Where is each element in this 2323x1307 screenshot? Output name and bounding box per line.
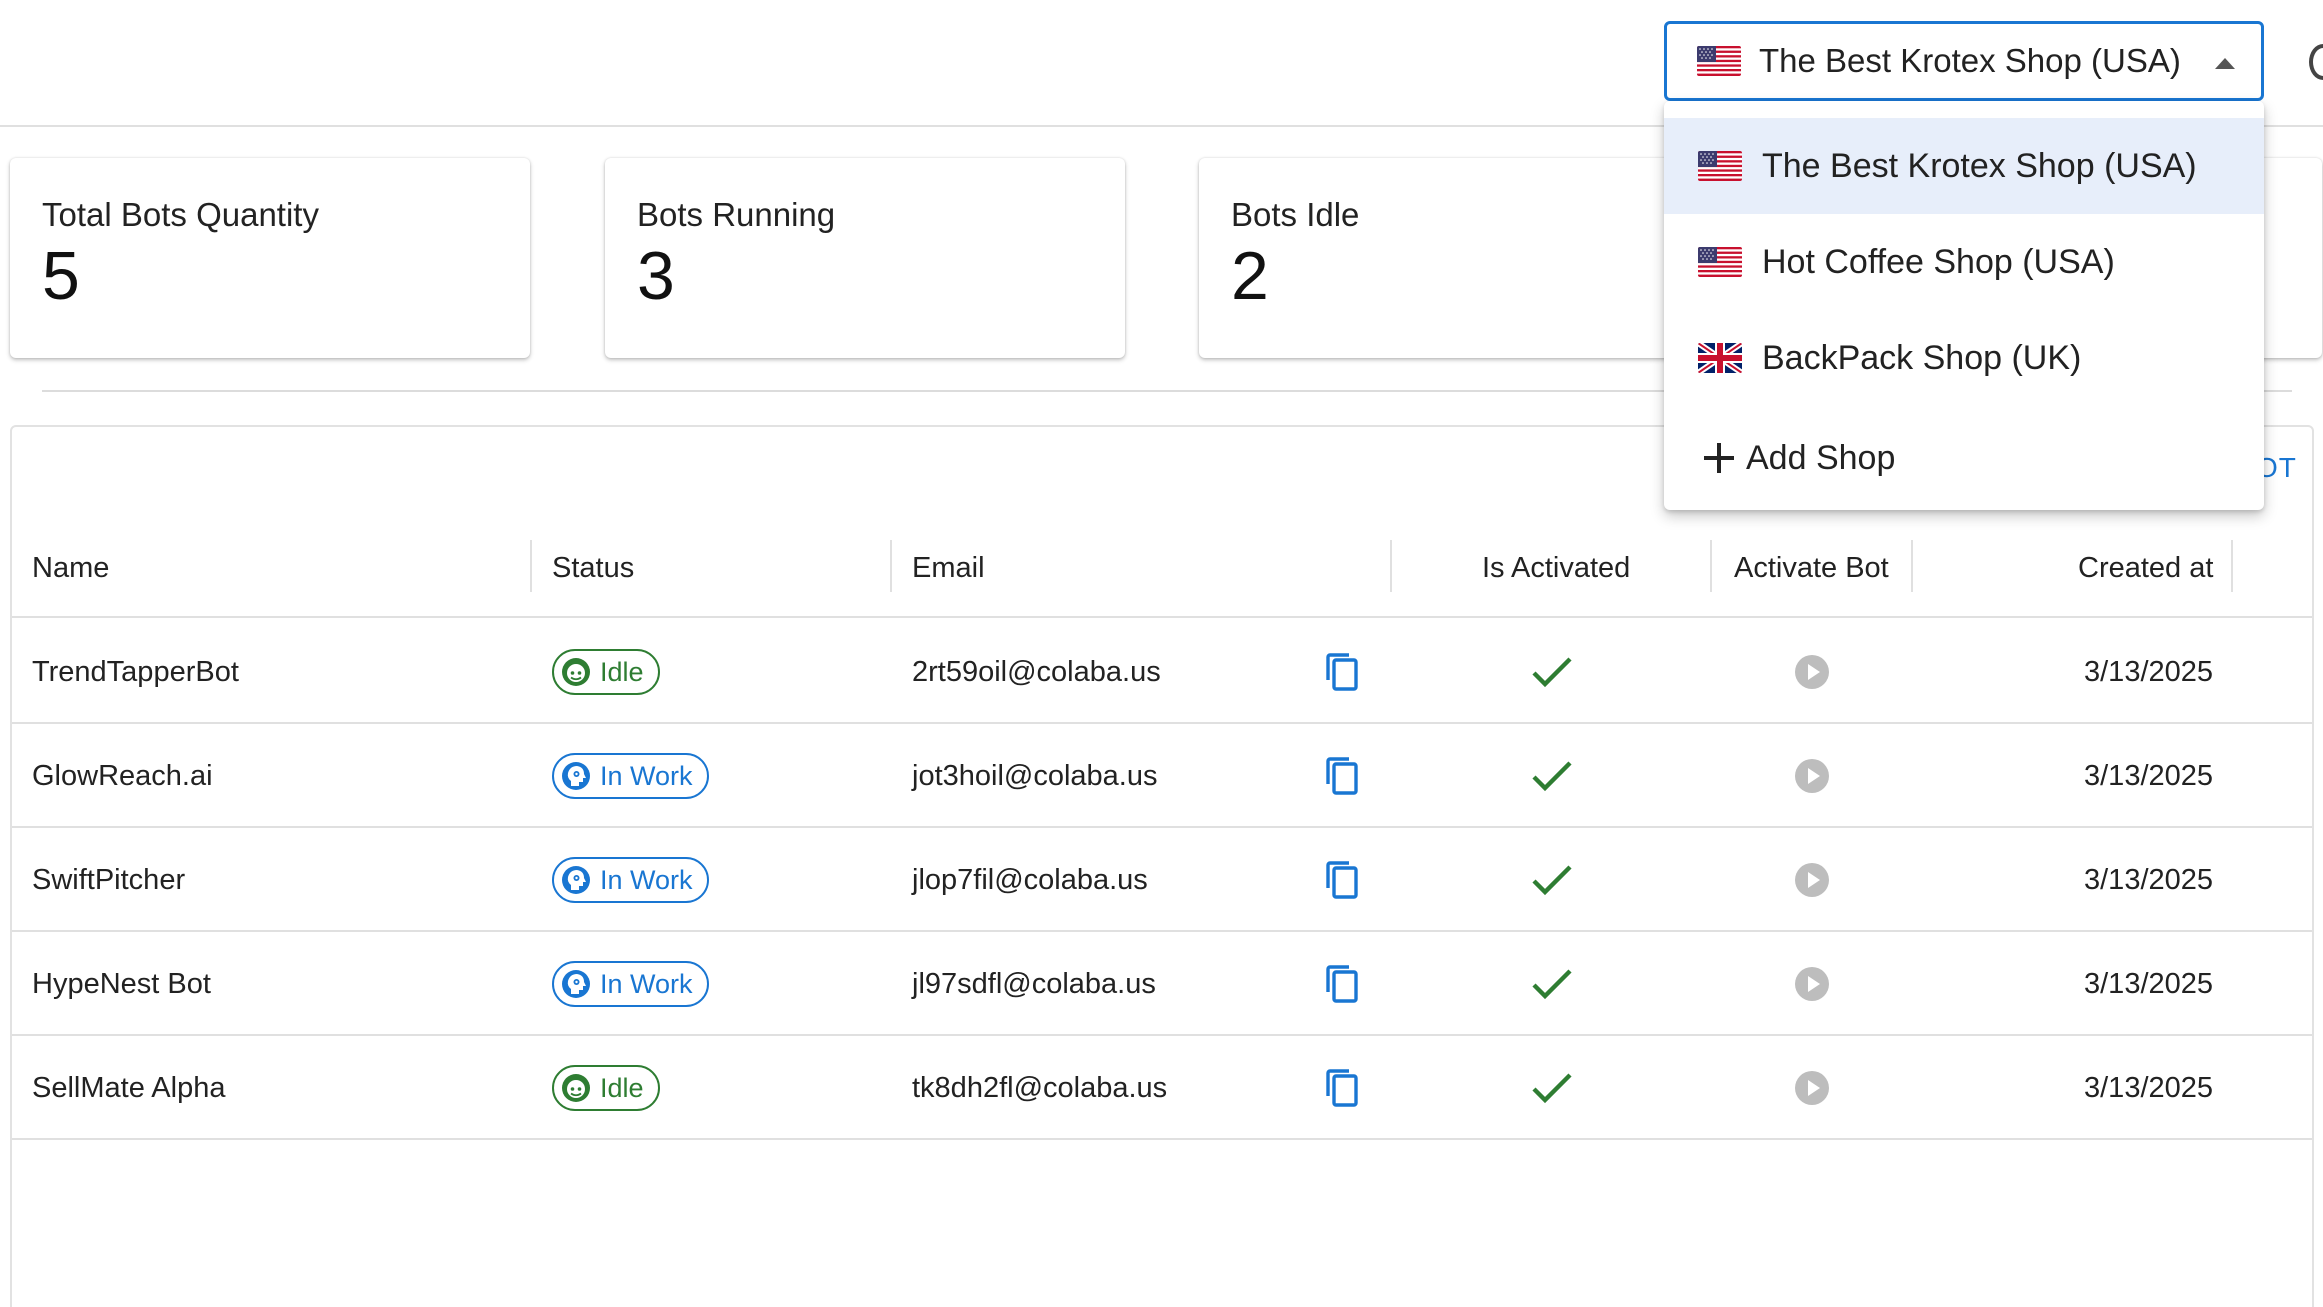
status-badge: In Work (552, 961, 709, 1007)
bot-name: TrendTapperBot (32, 655, 239, 688)
column-separator[interactable] (1911, 540, 1913, 592)
shop-dropdown-menu: The Best Krotex Shop (USA) Hot Coffee Sh… (1664, 101, 2264, 510)
copy-icon[interactable] (1322, 651, 1362, 693)
copy-icon[interactable] (1322, 1067, 1362, 1109)
stat-card-total: Total Bots Quantity 5 (10, 158, 530, 358)
face-icon (560, 656, 592, 688)
work-head-icon (560, 760, 592, 792)
status-label: Idle (600, 1072, 644, 1103)
created-date: 3/13/2025 (2084, 863, 2214, 896)
table-header: Name Status Email Is Activated Activate … (12, 518, 2312, 618)
shop-option[interactable]: The Best Krotex Shop (USA) (1664, 118, 2264, 214)
status-badge: In Work (552, 857, 709, 903)
profile-icon[interactable] (2309, 44, 2323, 80)
column-header-email[interactable]: Email (912, 518, 985, 618)
stat-title: Total Bots Quantity (42, 196, 319, 233)
bot-email: jot3hoil@colaba.us (912, 759, 1158, 792)
shop-option-label: The Best Krotex Shop (USA) (1762, 146, 2197, 185)
add-shop-label: Add Shop (1746, 438, 1896, 477)
us-flag-icon (1698, 151, 1742, 181)
created-date: 3/13/2025 (2084, 759, 2214, 792)
check-icon (1530, 862, 1574, 898)
column-header-activate-bot[interactable]: Activate Bot (1734, 518, 1889, 618)
column-separator[interactable] (2231, 540, 2233, 592)
play-icon[interactable] (1794, 966, 1830, 1002)
check-icon (1530, 654, 1574, 690)
table-row[interactable]: HypeNest Bot In Work jl97sdfl@colaba.us … (12, 932, 2312, 1036)
status-badge: In Work (552, 753, 709, 799)
plus-icon (1704, 443, 1734, 473)
work-head-icon (560, 864, 592, 896)
bot-email: tk8dh2fl@colaba.us (912, 1071, 1168, 1104)
copy-icon[interactable] (1322, 859, 1362, 901)
bot-name: SellMate Alpha (32, 1071, 226, 1104)
check-icon (1530, 1070, 1574, 1106)
copy-icon[interactable] (1322, 755, 1362, 797)
shop-select[interactable]: The Best Krotex Shop (USA) (1664, 21, 2264, 101)
column-separator[interactable] (1710, 540, 1712, 592)
status-label: In Work (600, 760, 693, 791)
table-row[interactable]: TrendTapperBot Idle 2rt59oil@colaba.us 3… (12, 620, 2312, 724)
work-head-icon (560, 968, 592, 1000)
shop-option[interactable]: BackPack Shop (UK) (1664, 310, 2264, 406)
add-shop-button[interactable]: Add Shop (1664, 406, 2264, 510)
bot-email: jlop7fil@colaba.us (912, 863, 1148, 896)
status-badge: Idle (552, 1065, 660, 1111)
caret-up-icon[interactable] (2215, 58, 2235, 69)
status-label: In Work (600, 968, 693, 999)
play-icon[interactable] (1794, 758, 1830, 794)
play-icon[interactable] (1794, 654, 1830, 690)
bot-name: GlowReach.ai (32, 759, 213, 792)
shop-option-label: Hot Coffee Shop (USA) (1762, 242, 2115, 281)
shop-select-value: The Best Krotex Shop (USA) (1759, 42, 2181, 79)
column-header-is-activated[interactable]: Is Activated (1482, 518, 1630, 618)
table-row[interactable]: SwiftPitcher In Work jlop7fil@colaba.us … (12, 828, 2312, 932)
column-header-status[interactable]: Status (552, 518, 634, 618)
face-icon (560, 1072, 592, 1104)
column-header-name[interactable]: Name (32, 518, 109, 618)
play-icon[interactable] (1794, 862, 1830, 898)
table-row[interactable]: GlowReach.ai In Work jot3hoil@colaba.us … (12, 724, 2312, 828)
stat-value: 5 (42, 238, 80, 314)
bot-email: jl97sdfl@colaba.us (912, 967, 1156, 1000)
bot-name: SwiftPitcher (32, 863, 186, 896)
uk-flag-icon (1698, 343, 1742, 373)
stat-title: Bots Running (637, 196, 836, 233)
shop-option[interactable]: Hot Coffee Shop (USA) (1664, 214, 2264, 310)
stat-value: 3 (637, 238, 675, 314)
status-badge: Idle (552, 649, 660, 695)
check-icon (1530, 758, 1574, 794)
column-separator[interactable] (1390, 540, 1392, 592)
copy-icon[interactable] (1322, 963, 1362, 1005)
status-label: Idle (600, 656, 644, 687)
check-icon (1530, 966, 1574, 1002)
us-flag-icon (1698, 247, 1742, 277)
column-header-created-at[interactable]: Created at (2078, 518, 2213, 618)
stat-card-running: Bots Running 3 (605, 158, 1125, 358)
bot-name: HypeNest Bot (32, 967, 211, 1000)
created-date: 3/13/2025 (2084, 1071, 2214, 1104)
column-separator[interactable] (890, 540, 892, 592)
shop-option-label: BackPack Shop (UK) (1762, 338, 2082, 377)
play-icon[interactable] (1794, 1070, 1830, 1106)
created-date: 3/13/2025 (2084, 655, 2214, 688)
status-label: In Work (600, 864, 693, 895)
table-row[interactable]: SellMate Alpha Idle tk8dh2fl@colaba.us 3… (12, 1036, 2312, 1140)
us-flag-icon (1697, 46, 1741, 76)
created-date: 3/13/2025 (2084, 967, 2214, 1000)
column-separator[interactable] (530, 540, 532, 592)
bot-email: 2rt59oil@colaba.us (912, 655, 1161, 688)
